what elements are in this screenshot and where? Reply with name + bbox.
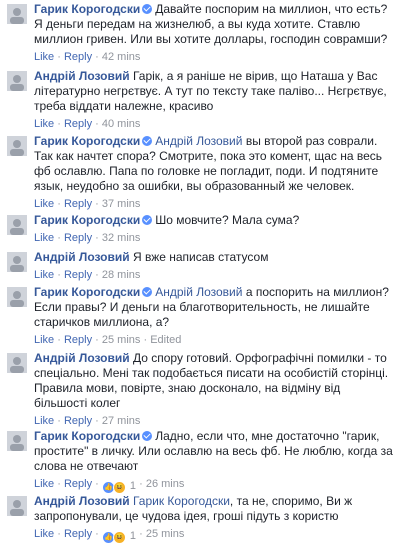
verified-badge-icon (142, 136, 153, 146)
comment-meta: Like · Reply · 27 mins (34, 415, 141, 427)
comment-meta: Like · Reply · 👍 😆 1 · 25 mins (34, 528, 185, 544)
like-button[interactable]: Like (34, 528, 54, 540)
verified-badge-icon (142, 287, 153, 297)
like-button[interactable]: Like (34, 415, 54, 427)
comment-block: Гарик Корогодски Андрій Лозовий вы второй… (0, 134, 402, 211)
verified-badge-icon (142, 4, 153, 14)
comment-meta: Like · Reply · 25 mins · Edited (34, 334, 182, 346)
comment-time[interactable]: 26 mins (146, 478, 185, 490)
reply-button[interactable]: Reply (64, 269, 92, 281)
reaction-count: 1 (126, 480, 137, 492)
comment-author[interactable]: Гарик Корогодски (34, 213, 140, 227)
comment-text: Андрій Лозовий Я вже написав статусом (34, 250, 394, 265)
comment-author[interactable]: Гарик Корогодски (34, 2, 140, 16)
avatar[interactable] (7, 287, 27, 307)
avatar[interactable] (7, 215, 27, 235)
avatar[interactable] (7, 496, 27, 516)
reply-button[interactable]: Reply (64, 198, 92, 210)
avatar[interactable] (7, 136, 27, 156)
comment-block: Гарик Корогодски Давайте поспорим на милл… (0, 2, 402, 64)
comment-meta: Like · Reply · 37 mins (34, 198, 141, 210)
reaction-summary[interactable]: 👍 😆 1 (101, 529, 137, 544)
comment-author[interactable]: Андрій Лозовий (34, 351, 130, 365)
reply-button[interactable]: Reply (64, 415, 92, 427)
comment-meta: Like · Reply · 32 mins (34, 232, 141, 244)
comment-time[interactable]: 42 mins (102, 51, 141, 63)
reply-button[interactable]: Reply (64, 118, 92, 130)
mention-link[interactable]: Гарик Корогодски (133, 494, 230, 508)
like-button[interactable]: Like (34, 51, 54, 63)
comment-author[interactable]: Андрій Лозовий (34, 250, 130, 264)
comment-time[interactable]: 25 mins (102, 334, 141, 346)
reply-button[interactable]: Reply (64, 478, 92, 490)
comment-time[interactable]: 28 mins (102, 269, 141, 281)
comment-text: Гарик Корогодски Андрій Лозовий а поспори… (34, 285, 394, 330)
comment-body: Я вже написав статусом (132, 250, 269, 264)
avatar[interactable] (7, 252, 27, 272)
like-button[interactable]: Like (34, 118, 54, 130)
comment-text: Андрій Лозовий До спору готовий. Орфогра… (34, 351, 394, 411)
avatar[interactable] (7, 71, 27, 91)
reply-button[interactable]: Reply (64, 528, 92, 540)
comment-meta: Like · Reply · 👍 😆 1 · 26 mins (34, 478, 185, 494)
comment-time[interactable]: 27 mins (102, 415, 141, 427)
comment-time[interactable]: 25 mins (146, 528, 185, 540)
edited-label[interactable]: Edited (150, 334, 181, 346)
avatar[interactable] (7, 4, 27, 24)
comment-text: Гарик Корогодски Шо мовчите? Мала сума? (34, 213, 394, 228)
comment-meta: Like · Reply · 42 mins (34, 51, 141, 63)
comment-author[interactable]: Андрій Лозовий (34, 494, 130, 508)
verified-badge-icon (142, 215, 153, 225)
comment-time[interactable]: 40 mins (102, 118, 141, 130)
haha-icon: 😆 (112, 531, 126, 544)
comment-meta: Like · Reply · 40 mins (34, 118, 141, 130)
comment-author[interactable]: Гарик Корогодски (34, 285, 140, 299)
comment-block: Андрій Лозовий До спору готовий. Орфогра… (0, 351, 402, 428)
mention-link[interactable]: Андрій Лозовий (155, 134, 242, 148)
mention-link[interactable]: Андрій Лозовий (155, 285, 242, 299)
comment-text: Гарик Корогодски Ладно, если что, мне дос… (34, 429, 394, 474)
comment-block: Андрій Лозовий Гарик Корогодски, та не, … (0, 494, 402, 544)
comment-text: Андрій Лозовий Гарик Корогодски, та не, … (34, 494, 394, 524)
comment-block: Гарик Корогодски Андрій Лозовий а поспори… (0, 285, 402, 347)
comment-text: Гарик Корогодски Андрій Лозовий вы второй… (34, 134, 394, 194)
reaction-count: 1 (126, 530, 137, 542)
reaction-summary[interactable]: 👍 😆 1 (101, 479, 137, 494)
comment-author[interactable]: Гарик Корогодски (34, 134, 140, 148)
reply-button[interactable]: Reply (64, 232, 92, 244)
comment-block: Гарик Корогодски Ладно, если что, мне дос… (0, 429, 402, 494)
comment-text: Гарик Корогодски Давайте поспорим на милл… (34, 2, 394, 47)
comment-text: Андрій Лозовий Гарік, а я раніше не віри… (34, 69, 394, 114)
verified-badge-icon (142, 431, 153, 441)
reply-button[interactable]: Reply (64, 334, 92, 346)
like-button[interactable]: Like (34, 478, 54, 490)
comment-meta: Like · Reply · 28 mins (34, 269, 141, 281)
haha-icon: 😆 (112, 481, 126, 494)
comment-block: Андрій Лозовий Гарік, а я раніше не віри… (0, 69, 402, 131)
comment-author[interactable]: Гарик Корогодски (34, 429, 140, 443)
comment-body: Шо мовчите? Мала сума? (155, 213, 300, 227)
like-button[interactable]: Like (34, 198, 54, 210)
comment-time[interactable]: 37 mins (102, 198, 141, 210)
comment-block: Гарик Корогодски Шо мовчите? Мала сума? Li… (0, 213, 402, 245)
like-button[interactable]: Like (34, 269, 54, 281)
avatar[interactable] (7, 353, 27, 373)
like-button[interactable]: Like (34, 334, 54, 346)
comment-block: Андрій Лозовий Я вже написав статусом Lik… (0, 250, 402, 282)
comment-author[interactable]: Андрій Лозовий (34, 69, 130, 83)
like-button[interactable]: Like (34, 232, 54, 244)
comment-time[interactable]: 32 mins (102, 232, 141, 244)
avatar[interactable] (7, 431, 27, 451)
reply-button[interactable]: Reply (64, 51, 92, 63)
